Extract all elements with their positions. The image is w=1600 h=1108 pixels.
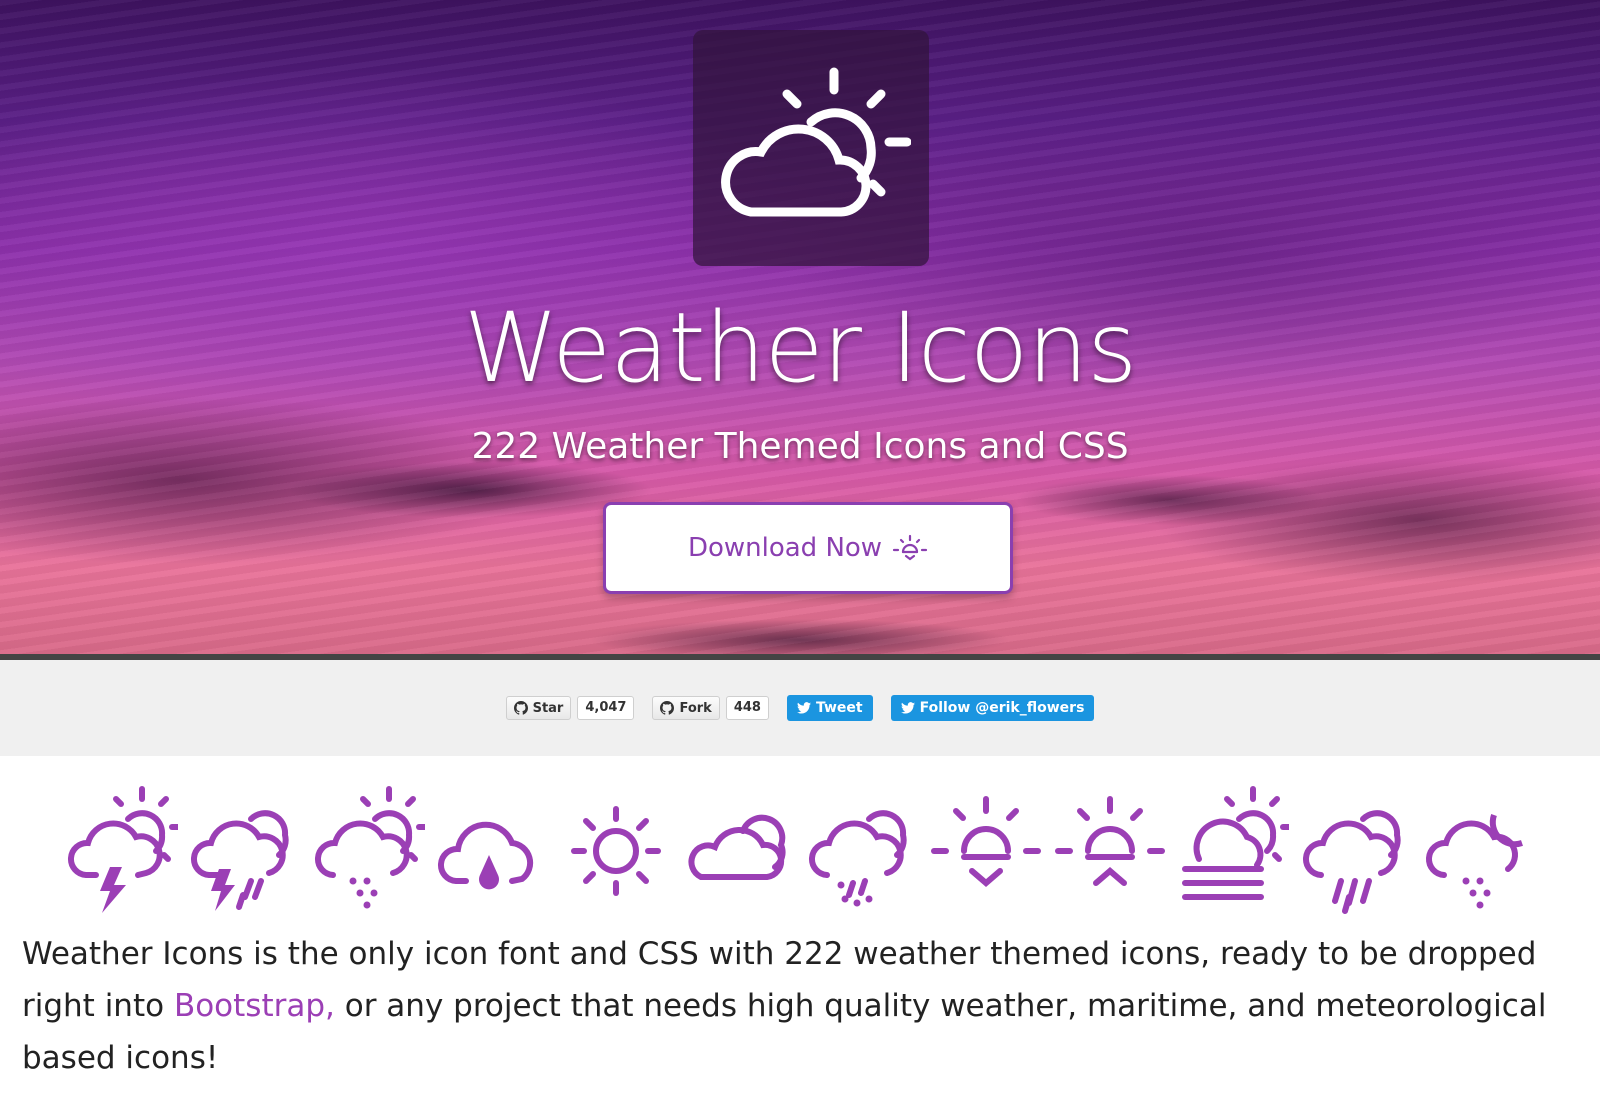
- logo: [693, 30, 929, 266]
- cloudy-icon: [688, 814, 786, 880]
- bootstrap-link[interactable]: Bootstrap,: [174, 988, 335, 1024]
- day-thunderstorm-icon: [68, 786, 178, 913]
- hero-banner: Weather Icons 222 Weather Themed Icons a…: [0, 0, 1600, 660]
- follow-button[interactable]: Follow @erik_flowers: [890, 695, 1095, 721]
- social-bar: Star 4,047 Fork 448 Tweet Follow @erik_f…: [0, 660, 1600, 756]
- page-subtitle: 222 Weather Themed Icons and CSS: [471, 426, 1129, 467]
- github-fork-group: Fork 448: [652, 696, 769, 720]
- sunrise-icon: [931, 796, 1042, 887]
- sunrise-icon: [892, 534, 928, 561]
- github-icon: [513, 701, 528, 715]
- page-title: Weather Icons: [463, 292, 1137, 404]
- tweet-button[interactable]: Tweet: [786, 695, 873, 721]
- follow-label: Follow @erik_flowers: [919, 700, 1085, 716]
- github-star-count[interactable]: 4,047: [577, 696, 635, 720]
- twitter-bird-icon: [796, 702, 811, 714]
- thunderstorm-rain-icon: [191, 810, 290, 911]
- github-star-button[interactable]: Star: [505, 696, 572, 720]
- github-fork-label: Fork: [679, 700, 712, 716]
- github-icon: [660, 701, 675, 715]
- tweet-label: Tweet: [815, 700, 863, 716]
- intro-paragraph: Weather Icons is the only icon font and …: [22, 928, 1582, 1084]
- github-star-label: Star: [532, 700, 564, 716]
- rain-showers-icon: [1302, 810, 1401, 914]
- download-button[interactable]: Download Now: [603, 502, 1013, 594]
- github-fork-button[interactable]: Fork: [652, 696, 720, 720]
- twitter-bird-icon: [900, 702, 915, 714]
- sunny-icon: [570, 806, 661, 896]
- rain-mix-icon: [808, 810, 907, 907]
- day-fog-icon: [1182, 786, 1290, 900]
- github-fork-count[interactable]: 448: [725, 696, 769, 720]
- sunset-icon: [1054, 796, 1165, 886]
- cloud-raindrop-icon: [438, 821, 534, 890]
- day-snow-showers-icon: [314, 786, 425, 909]
- sample-icons-row: [66, 780, 1536, 920]
- github-star-group: Star 4,047: [505, 696, 635, 720]
- download-button-label: Download Now: [687, 533, 883, 563]
- night-snow-icon: [1425, 814, 1523, 909]
- day-cloudy-logo-icon: [721, 67, 911, 217]
